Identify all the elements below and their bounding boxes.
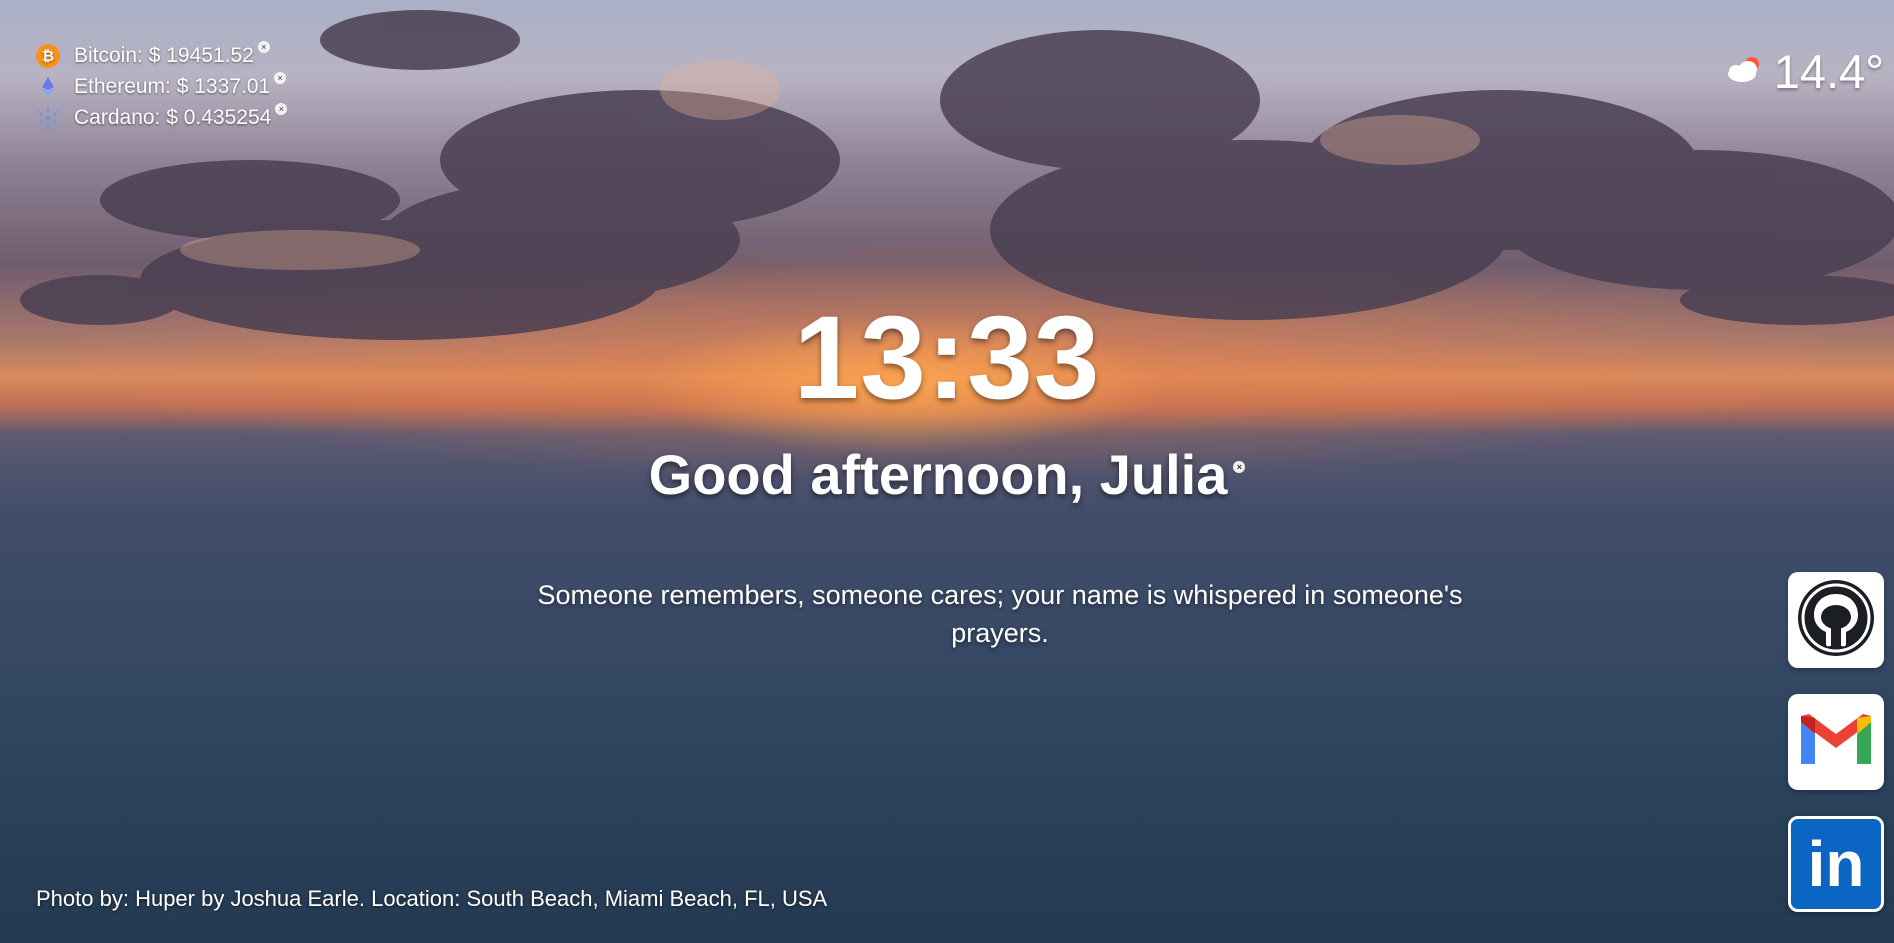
linkedin-link[interactable]: in [1788, 816, 1884, 912]
crypto-price-label: Ethereum: $ 1337.01 [74, 74, 271, 98]
github-icon [1794, 576, 1878, 665]
clock-time: 13:33 [793, 292, 1101, 424]
greeting: Good afternoon, Julia × [0, 442, 1894, 507]
gmail-link[interactable] [1788, 694, 1884, 790]
svg-text:₿: ₿ [42, 47, 54, 65]
social-links: in [1788, 572, 1884, 912]
remove-crypto-button[interactable]: × [257, 40, 270, 53]
weather-widget[interactable]: 14.4° [1724, 44, 1884, 99]
partly-cloudy-sun-icon [1724, 53, 1766, 90]
weather-temperature: 14.4° [1773, 45, 1884, 98]
crypto-item-bitcoin: ₿ Bitcoin: $ 19451.52 × [34, 40, 287, 71]
crypto-price-label: Bitcoin: $ 19451.52 [74, 43, 254, 67]
cardano-icon [34, 104, 62, 132]
crypto-ticker: ₿ Bitcoin: $ 19451.52 × Ethereum: $ 1337… [34, 40, 288, 133]
photo-credit[interactable]: Photo by: Huper by Joshua Earle. Locatio… [36, 886, 827, 912]
crypto-item-ethereum: Ethereum: $ 1337.01 × [34, 71, 287, 102]
remove-crypto-button[interactable]: × [275, 102, 288, 115]
gmail-icon [1797, 710, 1875, 775]
github-link[interactable] [1788, 572, 1884, 668]
linkedin-icon: in [1807, 828, 1865, 900]
bitcoin-icon: ₿ [34, 42, 62, 70]
crypto-item-cardano: Cardano: $ 0.435254 × [34, 102, 288, 133]
remove-crypto-button[interactable]: × [274, 71, 287, 84]
crypto-price-label: Cardano: $ 0.435254 [74, 105, 272, 129]
ethereum-icon [34, 73, 62, 101]
greeting-text: Good afternoon, Julia [648, 443, 1228, 506]
daily-quote: Someone remembers, someone cares; your n… [537, 580, 1463, 648]
edit-name-button[interactable]: × [1233, 461, 1246, 473]
